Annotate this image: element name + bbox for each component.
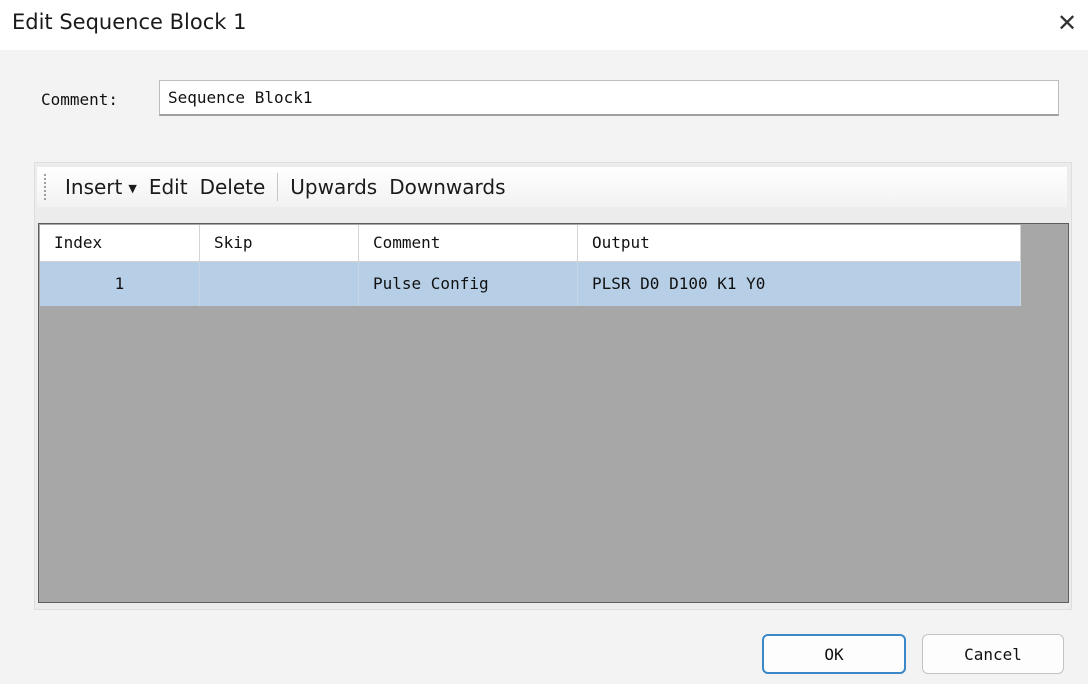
insert-label: Insert [65,175,123,199]
comment-input[interactable] [159,80,1059,116]
dropdown-arrow-icon: ▼ [128,182,137,195]
table-row[interactable]: 1 Pulse Config PLSR D0 D100 K1 Y0 [40,262,1021,306]
row-comment-cell[interactable]: Pulse Config [359,262,578,306]
toolbar: Insert ▼ Edit Delete Upwards Downwards [37,167,1067,207]
cancel-button[interactable]: Cancel [922,634,1064,674]
sequence-group: Insert ▼ Edit Delete Upwards Downwards In… [34,162,1072,610]
row-index-cell[interactable]: 1 [40,262,200,306]
downwards-button[interactable]: Downwards [383,175,511,199]
row-output-cell[interactable]: PLSR D0 D100 K1 Y0 [578,262,1021,306]
edit-button[interactable]: Edit [143,175,194,199]
upwards-button[interactable]: Upwards [284,175,383,199]
title-bar: Edit Sequence Block 1 ✕ [0,0,1088,50]
toolbar-separator [277,173,279,201]
column-header-skip[interactable]: Skip [200,225,359,261]
row-skip-cell[interactable] [200,262,359,306]
column-header-output[interactable]: Output [578,225,1021,261]
delete-button[interactable]: Delete [194,175,272,199]
table-header: Index Skip Comment Output [40,225,1021,262]
sequence-table[interactable]: Index Skip Comment Output 1 Pulse Config… [38,223,1069,603]
dialog-title: Edit Sequence Block 1 [12,10,247,34]
ok-button[interactable]: OK [762,634,906,674]
toolbar-grip[interactable] [43,173,47,201]
dialog-body: Comment: Insert ▼ Edit Delete Upwards Dow… [0,50,1088,684]
column-header-index[interactable]: Index [40,225,200,261]
close-icon[interactable]: ✕ [1054,10,1080,36]
comment-label: Comment: [41,90,119,109]
insert-button[interactable]: Insert ▼ [59,175,143,199]
column-header-comment[interactable]: Comment [359,225,578,261]
